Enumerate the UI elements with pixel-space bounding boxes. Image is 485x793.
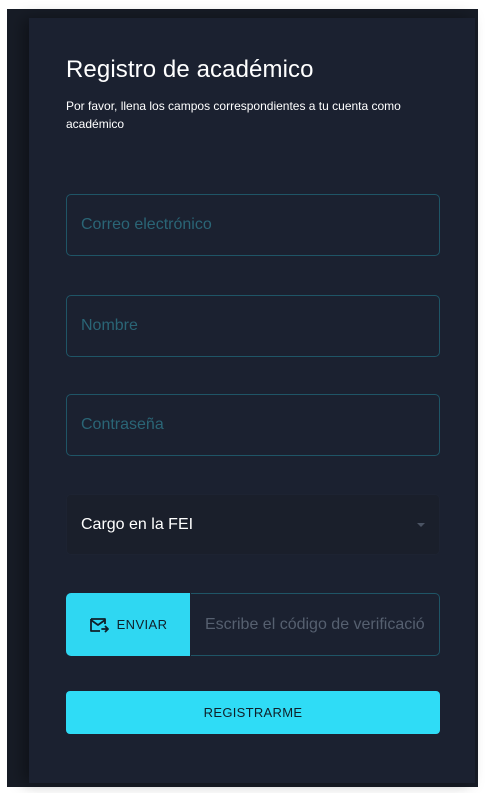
caret-down-icon	[417, 523, 425, 527]
email-input[interactable]	[67, 195, 439, 255]
name-input[interactable]	[67, 296, 439, 356]
password-input[interactable]	[67, 395, 439, 455]
form-subtitle: Por favor, llena los campos correspondie…	[66, 99, 401, 131]
name-field	[66, 295, 440, 357]
send-code-button[interactable]: ENVIAR	[66, 593, 190, 656]
mail-send-icon	[89, 617, 109, 633]
verification-code-field	[191, 593, 440, 656]
send-code-label: ENVIAR	[116, 617, 168, 632]
position-select[interactable]: Cargo en la FEI	[66, 494, 440, 555]
verification-code-input[interactable]	[191, 594, 439, 655]
register-button[interactable]: REGISTRARME	[66, 691, 440, 734]
registration-card: Registro de académico Por favor, llena l…	[29, 18, 475, 783]
password-field	[66, 394, 440, 456]
position-select-value: Cargo en la FEI	[81, 516, 194, 533]
form-title: Registro de académico	[66, 56, 314, 83]
email-field	[66, 194, 440, 256]
